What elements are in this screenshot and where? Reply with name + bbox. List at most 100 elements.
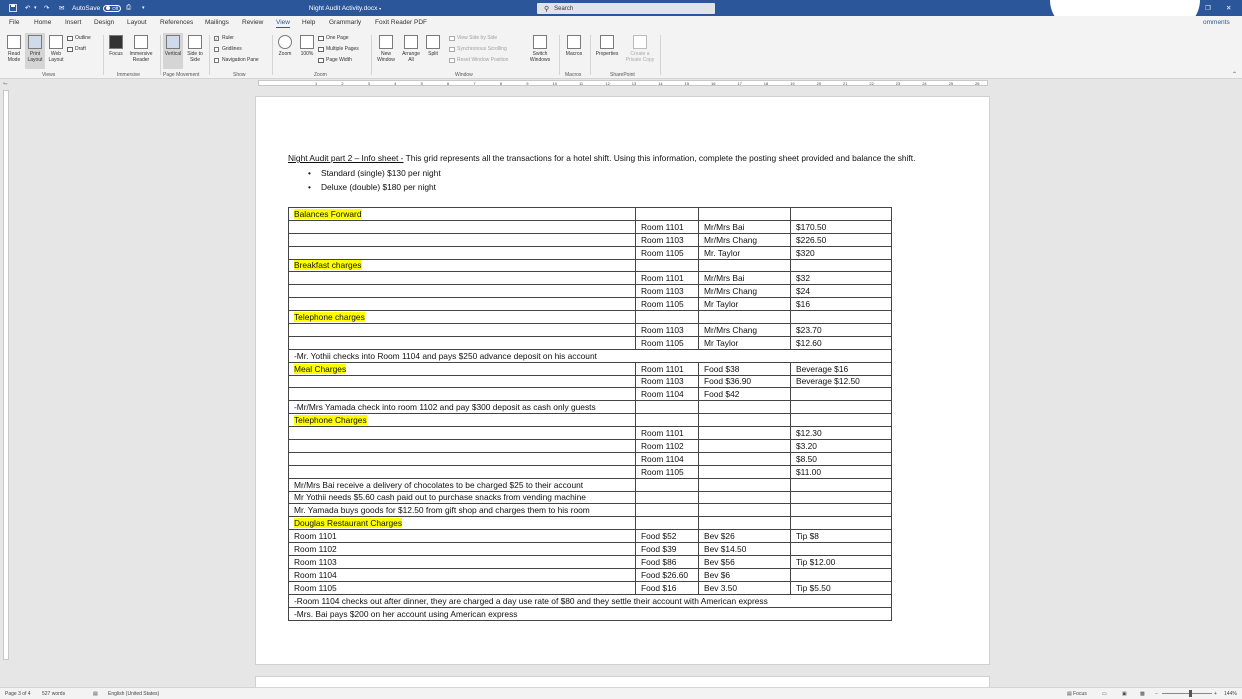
table-cell[interactable]	[698, 426, 791, 441]
autosave-toggle[interactable]: AutoSave Off	[72, 3, 122, 13]
table-cell[interactable]	[790, 490, 892, 505]
synchronous-scrolling-button[interactable]: Synchronous Scrolling	[449, 46, 507, 52]
view-side-by-side-button[interactable]: View Side by Side	[449, 35, 497, 41]
table-cell[interactable]: Mr/Mrs Bai receive a delivery of chocola…	[288, 477, 636, 492]
draft-button[interactable]: Draft	[67, 46, 86, 52]
table-cell[interactable]: Mr/Mrs Bai	[698, 219, 791, 234]
table-cell[interactable]: Food $86	[635, 555, 699, 569]
zoom-level[interactable]: 144%	[1224, 691, 1237, 697]
undo-icon[interactable]: ↶	[25, 3, 30, 13]
table-cell[interactable]	[288, 464, 636, 479]
table-cell[interactable]: $3.20	[790, 439, 892, 453]
print-icon[interactable]: ⎙	[126, 3, 131, 13]
table-cell[interactable]	[288, 297, 636, 312]
tab-mailings[interactable]: Mailings	[205, 19, 229, 26]
table-cell[interactable]: Mr/Mrs Chang	[698, 284, 791, 299]
table-cell[interactable]	[635, 207, 699, 221]
restore-window-icon[interactable]: ❐	[1205, 3, 1211, 13]
table-cell[interactable]: Mr Taylor	[698, 297, 791, 312]
tab-view[interactable]: View	[276, 19, 290, 28]
table-cell[interactable]: Beverage $12.50	[790, 374, 892, 389]
table-cell[interactable]: Room 1102	[635, 439, 699, 453]
side-to-side-button[interactable]: Side to Side	[185, 35, 205, 63]
table-cell[interactable]	[288, 271, 636, 286]
page-count[interactable]: Page 3 of 4	[5, 691, 31, 697]
table-cell[interactable]: Room 1105	[635, 297, 699, 312]
autosave-switch[interactable]: Off	[103, 4, 122, 12]
table-cell[interactable]: Room 1105	[635, 335, 699, 350]
table-cell[interactable]: Room 1104	[635, 387, 699, 402]
table-cell[interactable]	[790, 413, 892, 428]
customize-toolbar-icon[interactable]: ▾	[142, 3, 145, 13]
table-cell[interactable]	[698, 439, 791, 453]
table-cell[interactable]: Room 1103	[635, 232, 699, 247]
table-cell[interactable]: $170.50	[790, 219, 892, 234]
table-cell[interactable]: $24	[790, 284, 892, 299]
table-cell[interactable]	[288, 232, 636, 247]
table-cell[interactable]	[698, 477, 791, 492]
table-cell[interactable]: Mr/Mrs Chang	[698, 323, 791, 337]
tab-help[interactable]: Help	[302, 19, 315, 26]
table-cell[interactable]: Room 1103	[635, 374, 699, 389]
web-layout-view-icon[interactable]: ▩	[1140, 691, 1145, 697]
tab-file[interactable]: File	[9, 19, 19, 26]
horizontal-ruler[interactable]: 1 2 3 4 5 6 7 8 9 10 11 12 13 14 15 16 17 18 19 20 21 22 23 24 2…	[0, 79, 1242, 87]
table-cell[interactable]: Food $26.60	[635, 567, 699, 582]
table-cell[interactable]: Food $38	[698, 361, 791, 376]
search-box[interactable]: ⚲ Search	[537, 3, 715, 14]
one-page-button[interactable]: One Page	[318, 35, 349, 41]
table-cell[interactable]: Mr. Taylor	[698, 245, 791, 260]
table-cell[interactable]	[288, 219, 636, 234]
table-cell[interactable]: Room 1105	[288, 580, 636, 595]
table-cell[interactable]	[790, 542, 892, 557]
read-mode-view-icon[interactable]: ▭	[1102, 691, 1107, 697]
table-cell[interactable]: Tip $8	[790, 529, 892, 544]
table-cell[interactable]: Room 1104	[288, 567, 636, 582]
immersive-reader-button[interactable]: Immersive Reader	[126, 35, 156, 63]
gridlines-checkbox[interactable]: Gridlines	[214, 46, 242, 52]
table-cell[interactable]	[790, 503, 892, 518]
tab-references[interactable]: References	[160, 19, 193, 26]
document-page[interactable]: Night Audit part 2 – Info sheet - This g…	[255, 96, 990, 665]
table-cell[interactable]	[288, 284, 636, 299]
proofing-icon[interactable]: ▤	[93, 691, 98, 697]
table-cell[interactable]: Food $16	[635, 580, 699, 595]
table-cell[interactable]	[635, 477, 699, 492]
table-cell[interactable]: Bev 3.50	[698, 580, 791, 595]
tab-design[interactable]: Design	[94, 19, 114, 26]
table-cell[interactable]: Douglas Restaurant Charges	[288, 516, 636, 531]
page-width-button[interactable]: Page Width	[318, 57, 352, 63]
table-cell[interactable]	[698, 490, 791, 505]
zoom-in-icon[interactable]: +	[1214, 691, 1217, 697]
table-cell[interactable]	[635, 400, 699, 415]
table-cell[interactable]: Telephone Charges	[288, 413, 636, 428]
tab-selector-icon[interactable]: ⌙	[3, 80, 8, 87]
print-layout-button[interactable]: Print Layout	[25, 33, 45, 69]
properties-button[interactable]: Properties	[593, 35, 621, 57]
table-cell[interactable]	[790, 400, 892, 415]
table-cell[interactable]	[635, 516, 699, 531]
table-cell[interactable]: -Mrs. Bai pays $200 on her account using…	[288, 606, 892, 621]
transactions-table[interactable]: Balances Forward Room 1101 Mr/Mrs Bai $170.…	[288, 207, 892, 621]
table-cell[interactable]: $12.60	[790, 335, 892, 350]
table-cell[interactable]	[288, 439, 636, 453]
table-cell[interactable]: Food $42	[698, 387, 791, 402]
redo-icon[interactable]: ↷	[44, 3, 49, 13]
table-cell[interactable]: Mr Yothii needs $5.60 cash paid out to p…	[288, 490, 636, 505]
table-cell[interactable]: Mr. Yamada buys goods for $12.50 from gi…	[288, 503, 636, 518]
split-button[interactable]: Split	[424, 35, 442, 57]
table-cell[interactable]: Room 1101	[635, 271, 699, 286]
table-cell[interactable]	[635, 503, 699, 518]
table-cell[interactable]	[790, 387, 892, 402]
table-cell[interactable]: Tip $12.00	[790, 555, 892, 569]
table-cell[interactable]: Food $52	[635, 529, 699, 544]
table-cell[interactable]	[288, 323, 636, 337]
table-cell[interactable]	[698, 451, 791, 466]
table-cell[interactable]: Room 1103	[288, 555, 636, 569]
table-cell[interactable]	[790, 516, 892, 531]
save-icon[interactable]	[9, 3, 17, 13]
table-cell[interactable]	[288, 387, 636, 402]
table-cell[interactable]: Bev $6	[698, 567, 791, 582]
document-body[interactable]: Night Audit part 2 – Info sheet - This g…	[288, 152, 928, 621]
table-cell[interactable]: Mr/Mrs Bai	[698, 271, 791, 286]
